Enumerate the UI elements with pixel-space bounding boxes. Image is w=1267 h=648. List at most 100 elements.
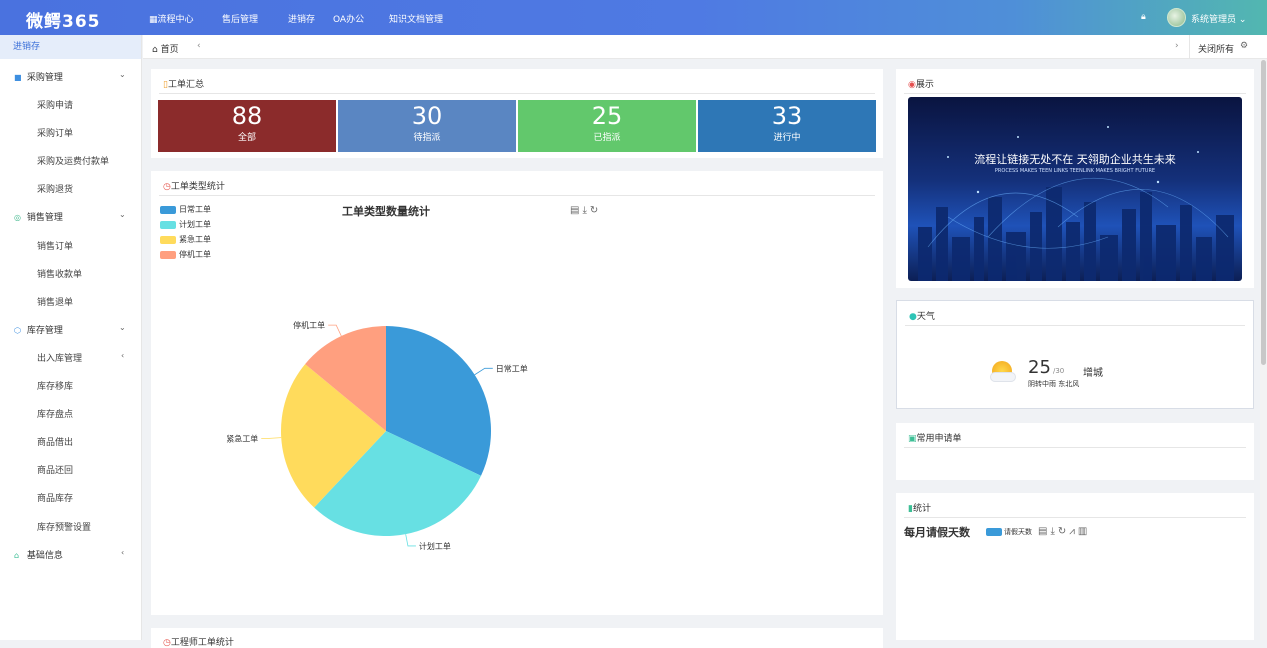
app-logo[interactable]: 微鳄365 <box>26 7 101 32</box>
download-icon[interactable]: ⤓ <box>1050 526 1057 537</box>
pie-label: 紧急工单 <box>226 433 258 443</box>
sidebar-item-stock-io[interactable]: 出入库管理 <box>37 351 82 364</box>
engineer-stats-title: ◷工程师工单统计 <box>163 635 234 648</box>
summary-title-text: 工单汇总 <box>167 80 204 90</box>
refresh-icon[interactable]: ↻ <box>590 205 601 216</box>
sidebar-item-purchase-payment[interactable]: 采购及运费付款单 <box>37 154 109 167</box>
chevron-left-icon[interactable]: ‹ <box>121 548 124 557</box>
sidebar-title[interactable]: 进销存 <box>0 35 141 59</box>
download-icon[interactable]: ⤓ <box>582 205 589 216</box>
bar-chart-icon[interactable]: ▥ <box>1078 526 1090 537</box>
sidebar-item-purchase-return[interactable]: 采购退货 <box>37 182 73 195</box>
chevron-down-icon[interactable]: ⌄ <box>119 323 126 332</box>
nav-knowledge[interactable]: 知识文档管理 <box>389 12 443 25</box>
city: 增城 <box>1083 368 1103 379</box>
divider <box>904 517 1246 518</box>
card-value: 33 <box>771 102 803 130</box>
chevron-down-icon[interactable]: ⌄ <box>119 70 126 79</box>
legend-label: 日常工单 <box>179 205 211 214</box>
banner-image[interactable]: 流程让链接无处不在 天翎助企业共生未来 PROCESS MAKES TEEN L… <box>908 97 1242 281</box>
group-label: 基础信息 <box>26 551 63 561</box>
summary-card-pending[interactable]: 30 待指派 <box>338 100 516 152</box>
sidebar-item-sales-receipt[interactable]: 销售收款单 <box>37 267 82 280</box>
sidebar-item-stock-alert[interactable]: 库存预警设置 <box>37 520 91 533</box>
sidebar-item-goods-stock[interactable]: 商品库存 <box>37 491 73 504</box>
stats-panel: ▮统计 每月请假天数 请假天数 ▤⤓↻⩘▥ <box>896 493 1254 640</box>
sidebar-item-purchase-order[interactable]: 采购订单 <box>37 126 73 139</box>
group-label: 库存管理 <box>26 326 63 336</box>
edit-icon: ▣ <box>908 434 917 444</box>
legend-item[interactable]: 紧急工单 <box>160 234 211 245</box>
legend-label: 停机工单 <box>179 250 211 259</box>
data-view-icon[interactable]: ▤ <box>570 205 582 216</box>
weather-panel: ●天气 25 /30 增城 阴转中雨 东北风 <box>896 300 1254 409</box>
sidebar-item-sales-return[interactable]: 销售退单 <box>37 295 73 308</box>
location-icon: ● <box>909 312 917 322</box>
user-menu[interactable]: 系统管理员 ⌄ <box>1191 12 1246 25</box>
refresh-icon[interactable]: ↻ <box>1058 526 1069 537</box>
common-forms-title-text: 常用申请单 <box>916 434 962 444</box>
sidebar-item-goods-lend[interactable]: 商品借出 <box>37 435 73 448</box>
avatar[interactable] <box>1167 8 1186 27</box>
sidebar-item-goods-return[interactable]: 商品还回 <box>37 463 73 476</box>
nav-workflow-center[interactable]: ▦流程中心 <box>149 12 194 25</box>
legend-label: 紧急工单 <box>179 235 211 244</box>
pie-label: 计划工单 <box>419 541 451 551</box>
sidebar-group-purchase[interactable]: ■ 采购管理 <box>14 70 63 83</box>
data-view-icon[interactable]: ▤ <box>1038 526 1050 537</box>
sales-icon: ◎ <box>14 213 21 222</box>
sidebar-group-stock[interactable]: ⬡ 库存管理 <box>14 323 63 336</box>
legend-item[interactable]: 计划工单 <box>160 219 211 230</box>
legend-item[interactable]: 日常工单 <box>160 204 211 215</box>
card-label: 全部 <box>237 133 256 143</box>
card-label: 待指派 <box>413 133 441 143</box>
eye-icon: ◉ <box>908 80 916 90</box>
nav-label: 流程中心 <box>157 15 194 25</box>
lock-icon[interactable]: 🔒︎ <box>1141 12 1146 22</box>
weather-title-text: 天气 <box>916 312 935 322</box>
sidebar-item-sales-order[interactable]: 销售订单 <box>37 239 73 252</box>
divider <box>905 325 1245 326</box>
pie-label-line <box>474 367 493 376</box>
stats-title: ▮统计 <box>908 501 931 514</box>
stats-legend-item[interactable]: 请假天数 <box>986 527 1032 537</box>
group-label: 销售管理 <box>26 213 63 223</box>
legend-item[interactable]: 停机工单 <box>160 249 211 260</box>
card-value: 25 <box>591 102 623 130</box>
nav-inventory[interactable]: 进销存 <box>288 12 315 25</box>
summary-title: ▯工单汇总 <box>163 77 204 90</box>
scrollbar-thumb[interactable] <box>1261 60 1266 365</box>
sidebar-item-stock-move[interactable]: 库存移库 <box>37 379 73 392</box>
showcase-panel: ◉展示 流程让链接无处不在 天翎助企业共生未来 PROCESS MAKES TE… <box>896 69 1254 288</box>
sidebar-item-stock-count[interactable]: 库存盘点 <box>37 407 73 420</box>
bag-icon: ■ <box>14 73 22 82</box>
scrollbar[interactable] <box>1260 59 1267 640</box>
sidebar-group-basic[interactable]: ⌂ 基础信息 <box>14 548 63 561</box>
tabs-bar: ⌂ 首页 ‹ › 关闭所有 ⚙ <box>143 35 1267 59</box>
legend-swatch <box>160 235 176 244</box>
sidebar-item-purchase-request[interactable]: 采购申请 <box>37 98 73 111</box>
close-all-button[interactable]: 关闭所有 <box>1198 42 1234 55</box>
chevron-down-icon[interactable]: ⌄ <box>119 210 126 219</box>
summary-card-all[interactable]: 88 全部 <box>158 100 336 152</box>
sidebar: 进销存 ■ 采购管理 ⌄ 采购申请 采购订单 采购及运费付款单 采购退货 ◎ 销… <box>0 35 142 640</box>
showcase-title-text: 展示 <box>915 80 934 90</box>
chevron-left-icon[interactable]: ‹ <box>121 351 124 360</box>
tabs-prev-icon[interactable]: ‹ <box>197 41 201 51</box>
divider <box>159 195 875 196</box>
sidebar-group-sales[interactable]: ◎ 销售管理 <box>14 210 63 223</box>
tab-home[interactable]: ⌂ 首页 <box>152 42 179 55</box>
nav-after-sales[interactable]: 售后管理 <box>222 12 258 25</box>
engineer-stats-panel: ◷工程师工单统计 <box>151 628 883 648</box>
line-chart-icon[interactable]: ⩘ <box>1069 526 1078 537</box>
chart-toolbox: ▤⤓↻ <box>570 205 601 216</box>
pie-label-line <box>405 534 416 547</box>
home-icon: ⌂ <box>152 45 158 55</box>
summary-card-assigned[interactable]: 25 已指派 <box>518 100 696 152</box>
gear-icon[interactable]: ⚙ <box>1240 41 1248 51</box>
sun-cloud-icon <box>990 361 1016 383</box>
tabs-next-icon[interactable]: › <box>1175 41 1179 51</box>
stats-title-text: 统计 <box>912 504 931 514</box>
nav-oa[interactable]: OA办公 <box>333 12 364 25</box>
summary-card-in-progress[interactable]: 33 进行中 <box>698 100 876 152</box>
